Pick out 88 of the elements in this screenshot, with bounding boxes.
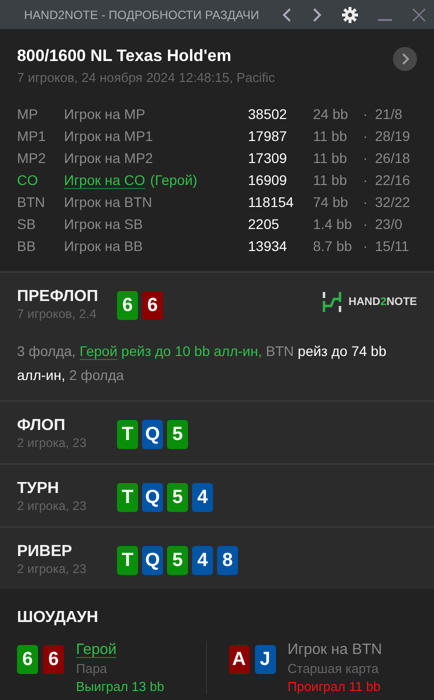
street-title: ФЛОП [17,417,66,435]
stack-amount: 16909 [248,172,288,188]
stack-amount: 38502 [248,106,288,122]
playing-card: J [254,645,276,674]
stack-bb: 11 bb [313,172,348,188]
hero-link[interactable]: Герой [80,343,118,359]
playing-card: 6 [17,645,38,674]
playing-card: 5 [167,483,188,512]
street-title: ПРЕФЛОП [17,288,100,306]
player-stats: 32/22 [375,194,410,210]
playing-card: Q [142,546,163,575]
position-label: SB [17,216,37,232]
player-name[interactable]: Игрок на BB [64,238,143,254]
player-name[interactable]: Игрок на MP2 [64,150,153,166]
back-icon[interactable] [282,8,292,22]
hand-rank: Пара [76,661,108,676]
player-stats: 28/19 [375,128,410,144]
window-title: HAND2NOTE - ПОДРОБНОСТИ РАЗДАЧИ [24,8,260,22]
showdown-title: ШОУДАУН [17,609,100,627]
player-stats: 26/18 [375,150,410,166]
playing-card: 5 [167,546,188,575]
playing-card: 8 [217,546,238,575]
next-hand-button[interactable] [393,47,417,71]
position-label: MP [17,106,39,122]
street-info: 2 игрока, 23 [17,562,88,576]
stack-bb: 1.4 bb [313,216,353,232]
player-stats: 15/11 [375,238,409,254]
player-name[interactable]: Герой [76,641,164,658]
playing-card: T [117,546,138,575]
separator-dot: · [363,172,369,188]
stack-amount: 13934 [248,238,288,254]
forward-icon[interactable] [312,8,322,22]
position-label: MP1 [17,128,47,144]
player-stats: 21/8 [375,106,402,122]
playing-card: 4 [192,546,213,575]
street-title: ТУРН [17,480,60,498]
hero-tag: (Герой) [150,172,198,188]
stack-bb: 74 bb [313,194,350,210]
street-info: 2 игрока, 23 [17,436,88,450]
player-name[interactable]: Игрок на CO [64,172,146,188]
logo-icon [322,291,342,313]
stack-bb: 11 bb [313,150,348,166]
player-name[interactable]: Игрок на MP1 [64,128,153,144]
player-name[interactable]: Игрок на BTN [288,641,382,658]
stack-amount: 118154 [248,194,295,210]
playing-card: 4 [192,483,213,512]
stack-amount: 17987 [248,128,288,144]
playing-card: Q [142,483,163,512]
settings-icon[interactable] [342,6,358,22]
player-name[interactable]: Игрок на BTN [64,194,152,210]
action-summary: 3 фолда, Герой рейз до 10 bb алл-ин, BTN рейз до 74 bb алл-ин, 2 фолда [17,342,388,385]
hand-subtitle: 7 игроков, 24 ноября 2024 12:48:15, Pacific [17,70,275,85]
stack-amount: 2205 [248,216,280,232]
result-text: Выиграл 13 bb [76,679,164,694]
close-icon[interactable] [412,8,426,22]
stack-bb: 11 bb [313,128,348,144]
stack-amount: 17309 [248,150,288,166]
playing-card: T [117,420,138,449]
separator-dot: · [363,128,369,144]
playing-card: T [117,483,138,512]
player-name[interactable]: Игрок на MP [64,106,146,122]
stack-bb: 24 bb [313,106,350,122]
separator-dot: · [363,238,369,254]
street-info: 7 игроков, 2.4 [17,307,98,321]
separator-dot: · [363,194,369,210]
street-title: РИВЕР [17,543,74,561]
position-label: BTN [17,194,46,210]
playing-card: Q [142,420,163,449]
playing-card: 6 [117,291,138,320]
player-stats: 23/0 [375,216,402,232]
separator-dot: · [363,216,369,232]
position-label: CO [17,172,39,188]
position-label: MP2 [17,150,47,166]
separator-dot: · [363,106,369,122]
player-stats: 22/16 [375,172,410,188]
playing-card: 6 [43,645,64,674]
separator-dot: · [363,150,369,166]
logo-text: HAND2NOTE [348,296,417,308]
position-label: BB [17,238,37,254]
stack-bb: 8.7 bb [313,238,353,254]
hand-title: 800/1600 NL Texas Hold'em [17,47,232,66]
street-info: 2 игрока, 23 [17,499,88,513]
playing-card: 6 [142,291,163,320]
hand-rank: Старшая карта [288,661,380,676]
result-text: Проиграл 11 bb [288,679,382,694]
playing-card: 5 [167,420,188,449]
player-name[interactable]: Игрок на SB [64,216,143,232]
playing-card: A [228,645,250,674]
